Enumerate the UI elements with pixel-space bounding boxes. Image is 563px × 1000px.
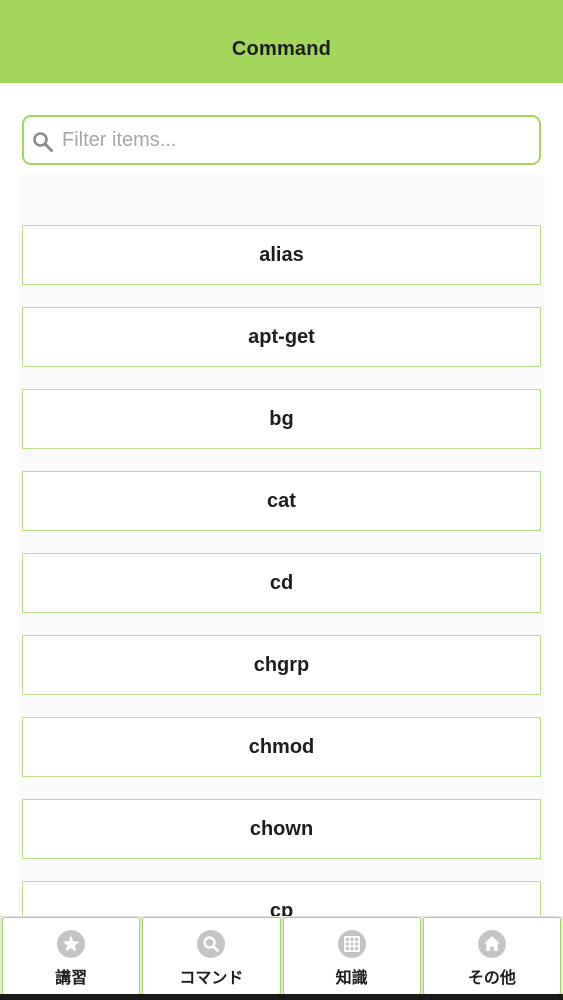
page-title: Command bbox=[231, 38, 332, 60]
tab-others[interactable]: その他 bbox=[422, 917, 561, 995]
search-icon bbox=[197, 930, 226, 958]
command-list[interactable]: alias apt-get bg cat cd chgrp chmod chow… bbox=[20, 176, 543, 918]
list-item[interactable]: chown bbox=[22, 799, 541, 859]
tab-label: その他 bbox=[467, 970, 516, 987]
list-item-label: chown bbox=[249, 817, 314, 840]
bottom-edge bbox=[0, 994, 563, 1000]
search-box[interactable] bbox=[22, 115, 541, 165]
list-item[interactable]: cd bbox=[22, 553, 541, 613]
list-item[interactable]: chmod bbox=[22, 717, 541, 777]
tab-label: コマンド bbox=[179, 970, 244, 987]
list-item[interactable]: cp bbox=[22, 881, 541, 918]
grid-icon bbox=[337, 930, 366, 958]
tab-commands[interactable]: コマンド bbox=[142, 917, 281, 995]
tab-bar: 講習 コマンド 知識 その他 bbox=[0, 916, 563, 1000]
tab-label: 講習 bbox=[55, 970, 88, 987]
list-item-label: alias bbox=[259, 243, 304, 266]
nav-bar: Command bbox=[0, 0, 563, 83]
list-item-label: cd bbox=[269, 571, 294, 594]
list-item[interactable]: apt-get bbox=[22, 307, 541, 367]
tab-lessons[interactable]: 講習 bbox=[2, 917, 141, 995]
tab-label: 知識 bbox=[335, 970, 368, 987]
list-item[interactable]: chgrp bbox=[22, 635, 541, 695]
command-list-items: alias apt-get bg cat cd chgrp chmod chow… bbox=[22, 225, 541, 918]
app-window: Command alias apt-get bg cat cd chgrp ch… bbox=[0, 0, 563, 1000]
tab-knowledge[interactable]: 知識 bbox=[282, 917, 421, 995]
home-icon bbox=[477, 930, 506, 958]
search-icon bbox=[33, 132, 53, 152]
list-item[interactable]: cat bbox=[22, 471, 541, 531]
list-item[interactable]: bg bbox=[22, 389, 541, 449]
star-icon bbox=[57, 930, 86, 958]
list-item-label: chmod bbox=[248, 735, 315, 758]
list-item-label: bg bbox=[269, 407, 294, 430]
list-item-label: chgrp bbox=[253, 653, 310, 676]
list-item-label: cat bbox=[267, 489, 296, 512]
search-input[interactable] bbox=[62, 121, 532, 159]
list-item[interactable]: alias bbox=[22, 225, 541, 285]
list-item-label: apt-get bbox=[248, 325, 315, 348]
